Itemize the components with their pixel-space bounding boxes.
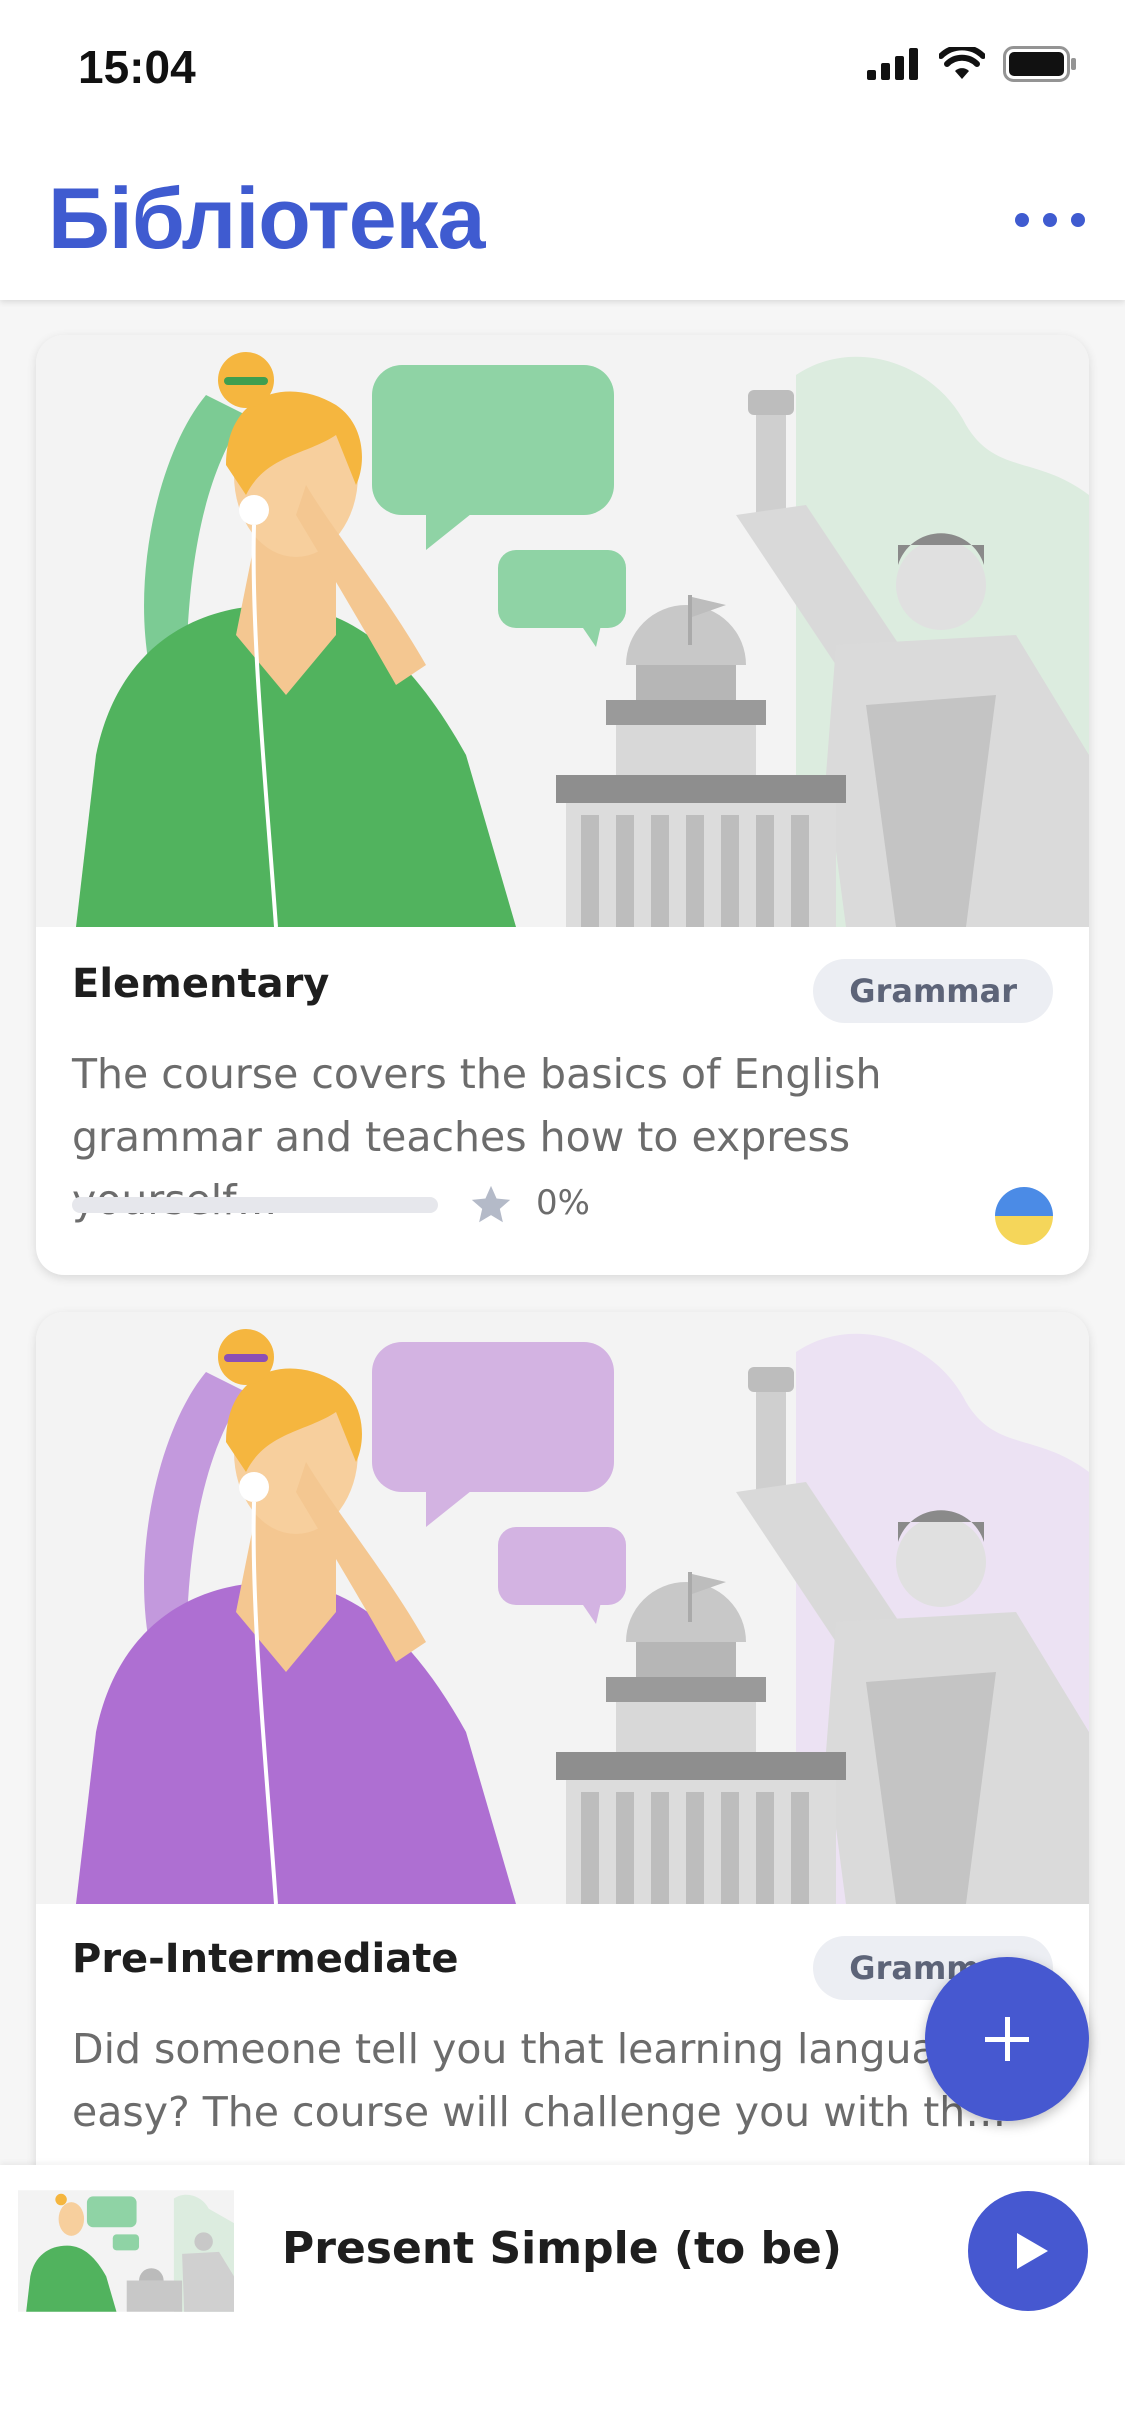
progress-bar: [72, 1197, 438, 1213]
more-icon[interactable]: [1015, 200, 1085, 240]
status-bar: 15:04: [0, 0, 1125, 140]
ukraine-flag-icon: [995, 1187, 1053, 1245]
course-title: Pre-Intermediate: [72, 1936, 459, 1982]
course-illustration: [36, 1312, 1089, 1904]
status-icons: [867, 46, 1077, 82]
course-description: Did someone tell you that learning langu…: [72, 2025, 1056, 2136]
course-illustration: [36, 335, 1089, 927]
wifi-icon: [939, 47, 985, 79]
course-title: Elementary: [72, 961, 330, 1007]
add-button[interactable]: [925, 1957, 1089, 2121]
progress-percent: 0%: [536, 1183, 590, 1223]
play-icon: [1017, 2233, 1048, 2269]
header: Бібліотека: [0, 140, 1125, 300]
course-card[interactable]: Pre-Intermediate Grammar Did someone tel…: [36, 1312, 1089, 2312]
page-title: Бібліотека: [48, 171, 485, 267]
play-button[interactable]: [968, 2191, 1088, 2311]
course-tag: Grammar: [813, 959, 1053, 1023]
status-time: 15:04: [78, 41, 196, 93]
player-thumbnail: [18, 2190, 234, 2312]
star-icon: [471, 1185, 511, 1223]
course-card[interactable]: Elementary Grammar The course covers the…: [36, 335, 1089, 1275]
signal-icon: [867, 48, 918, 80]
battery-icon: [1003, 46, 1076, 82]
mini-player[interactable]: Present Simple (to be): [0, 2165, 1125, 2436]
plus-icon: [985, 2017, 1029, 2061]
player-track-title: Present Simple (to be): [282, 2223, 842, 2274]
